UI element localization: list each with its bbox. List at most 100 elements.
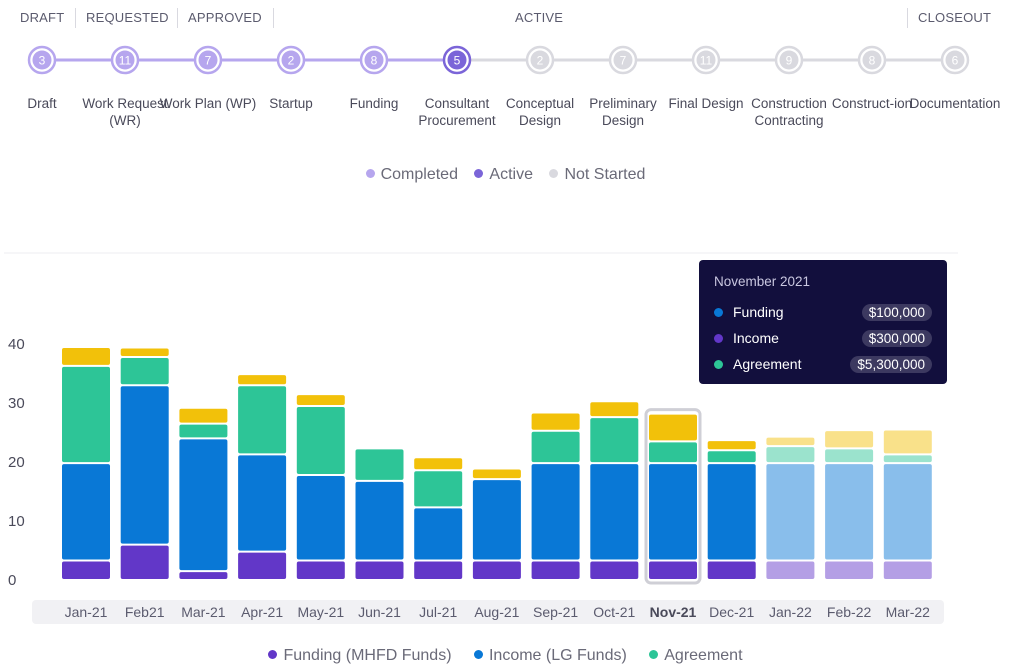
bar-Feb21[interactable] — [120, 348, 169, 579]
bar-segment[interactable] — [649, 561, 697, 579]
bar-segment[interactable] — [120, 357, 169, 385]
bar-Sep-21[interactable] — [531, 413, 580, 579]
legend-funding[interactable]: Funding (MHFD Funds) — [268, 647, 452, 664]
bar-segment[interactable] — [414, 508, 463, 560]
bar-segment[interactable] — [649, 464, 697, 560]
bar-segment[interactable] — [883, 464, 932, 560]
step-node-12[interactable]: 6 — [940, 45, 970, 75]
bar-Oct-21[interactable] — [590, 402, 639, 579]
bar-segment[interactable] — [120, 545, 169, 579]
bar-segment[interactable] — [883, 430, 932, 454]
bar-segment[interactable] — [649, 414, 697, 441]
bar-segment[interactable] — [414, 458, 463, 470]
bar-segment[interactable] — [590, 418, 639, 463]
bar-Jan-22[interactable] — [766, 437, 815, 579]
step-node-4[interactable]: 2 — [276, 45, 306, 75]
bar-segment[interactable] — [62, 347, 110, 365]
phase-divider — [273, 8, 274, 28]
step-node-7[interactable]: 2 — [525, 45, 555, 75]
bar-segment[interactable] — [179, 424, 228, 438]
bar-Dec-21[interactable] — [707, 441, 756, 579]
bar-segment[interactable] — [531, 431, 580, 463]
bar-segment[interactable] — [825, 561, 874, 579]
bar-segment[interactable] — [179, 439, 228, 571]
step-node-5[interactable]: 8 — [359, 45, 389, 75]
bar-segment[interactable] — [179, 572, 228, 579]
active-dot — [474, 169, 484, 178]
bar-May-21[interactable] — [296, 395, 345, 579]
bar-segment[interactable] — [296, 561, 345, 579]
bar-segment[interactable] — [707, 441, 756, 450]
not-started-dot — [549, 169, 559, 178]
bar-segment[interactable] — [825, 431, 874, 448]
bar-segment[interactable] — [883, 561, 932, 579]
step-node-8[interactable]: 7 — [608, 45, 638, 75]
bar-Mar-21[interactable] — [179, 408, 228, 579]
bar-segment[interactable] — [590, 464, 639, 560]
bar-segment[interactable] — [120, 386, 169, 544]
bar-segment[interactable] — [707, 561, 756, 579]
bar-segment[interactable] — [238, 552, 287, 579]
bar-segment[interactable] — [472, 561, 521, 579]
bar-segment[interactable] — [238, 375, 287, 385]
tooltip-row-income: Income $300,000 — [714, 325, 932, 351]
bar-segment[interactable] — [355, 481, 404, 560]
step-node-9[interactable]: 11 — [691, 45, 721, 75]
bar-segment[interactable] — [296, 395, 345, 405]
bar-segment[interactable] — [766, 464, 815, 560]
bar-segment[interactable] — [472, 469, 521, 479]
bar-segment[interactable] — [531, 561, 580, 579]
legend-income[interactable]: Income (LG Funds) — [473, 647, 627, 664]
bar-segment[interactable] — [825, 464, 874, 560]
bar-Jul-21[interactable] — [414, 458, 463, 579]
bar-segment[interactable] — [883, 455, 932, 463]
bar-Feb-22[interactable] — [825, 431, 874, 579]
bar-segment[interactable] — [62, 464, 110, 560]
bar-segment[interactable] — [355, 449, 404, 480]
bar-Apr-21[interactable] — [238, 375, 287, 579]
bar-segment[interactable] — [62, 561, 110, 579]
bar-segment[interactable] — [296, 406, 345, 474]
bar-segment[interactable] — [825, 449, 874, 463]
bar-segment[interactable] — [707, 464, 756, 560]
bar-segment[interactable] — [62, 366, 110, 463]
x-tick-label: Dec-21 — [709, 604, 754, 620]
bar-segment[interactable] — [238, 455, 287, 551]
tooltip-dot — [714, 333, 723, 343]
bar-segment[interactable] — [531, 464, 580, 560]
bar-Jun-21[interactable] — [355, 449, 404, 579]
bar-segment[interactable] — [472, 480, 521, 560]
legend-active[interactable]: Active — [474, 166, 533, 183]
legend-not-started[interactable]: Not Started — [549, 166, 645, 183]
bar-segment[interactable] — [590, 561, 639, 579]
step-count: 9 — [786, 54, 793, 68]
bar-Nov-21[interactable] — [649, 414, 697, 579]
bar-Jan-21[interactable] — [62, 347, 110, 579]
step-node-1[interactable]: 3 — [27, 45, 57, 75]
bar-segment[interactable] — [179, 408, 228, 423]
step-node-10[interactable]: 9 — [774, 45, 804, 75]
bar-segment[interactable] — [649, 442, 697, 463]
y-tick-label: 10 — [8, 513, 25, 530]
bar-segment[interactable] — [531, 413, 580, 430]
bar-segment[interactable] — [355, 561, 404, 579]
legend-agreement[interactable]: Agreement — [649, 647, 743, 664]
bar-segment[interactable] — [238, 386, 287, 454]
legend-completed[interactable]: Completed — [365, 166, 458, 183]
step-node-2[interactable]: 11 — [110, 45, 140, 75]
bar-Aug-21[interactable] — [472, 469, 521, 579]
y-tick-label: 20 — [8, 454, 25, 471]
bar-segment[interactable] — [707, 451, 756, 463]
bar-segment[interactable] — [766, 561, 815, 579]
bar-segment[interactable] — [414, 471, 463, 507]
bar-segment[interactable] — [414, 561, 463, 579]
bar-segment[interactable] — [590, 402, 639, 417]
step-node-6[interactable]: 5 — [442, 45, 472, 75]
bar-segment[interactable] — [296, 475, 345, 560]
bar-segment[interactable] — [766, 437, 815, 446]
step-node-11[interactable]: 8 — [857, 45, 887, 75]
bar-Mar-22[interactable] — [883, 430, 932, 579]
bar-segment[interactable] — [120, 348, 169, 356]
step-node-3[interactable]: 7 — [193, 45, 223, 75]
bar-segment[interactable] — [766, 447, 815, 463]
